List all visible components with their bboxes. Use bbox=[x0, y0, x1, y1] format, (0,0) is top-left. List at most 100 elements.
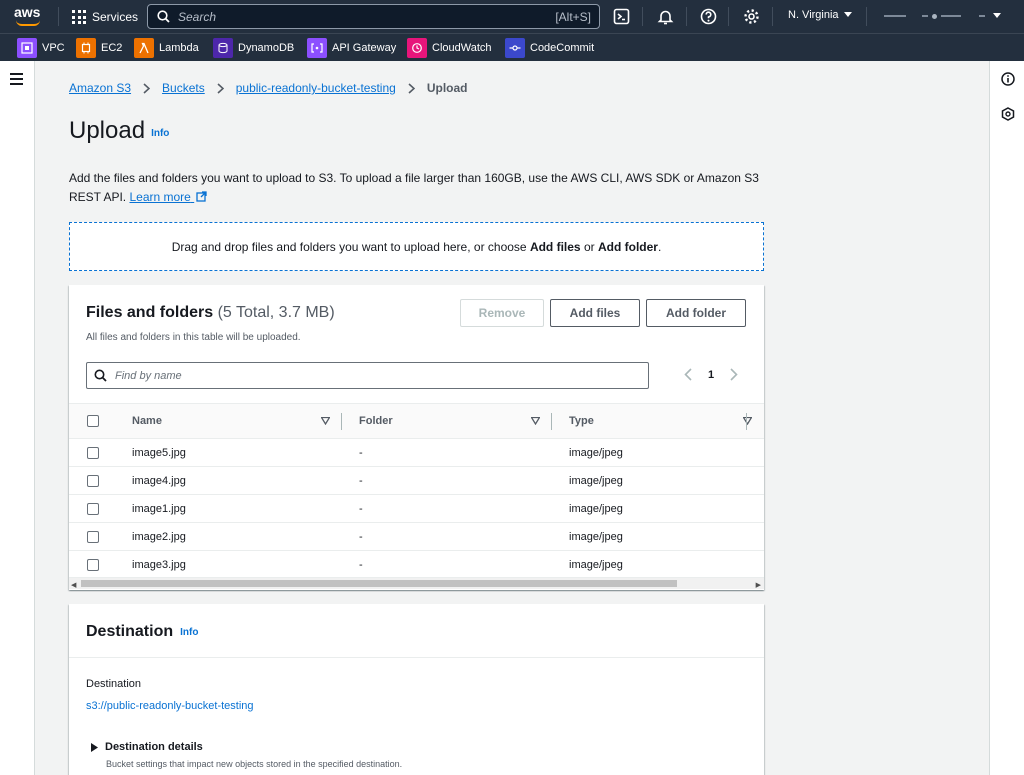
table-row[interactable]: image2.jpg - image/jpeg bbox=[69, 522, 764, 551]
breadcrumb-bucket-name[interactable]: public-readonly-bucket-testing bbox=[236, 81, 396, 95]
column-label: Type bbox=[569, 415, 594, 427]
destination-title-wrap: Destination Info bbox=[86, 623, 198, 641]
row-checkbox[interactable] bbox=[87, 474, 99, 487]
file-type: image/jpeg bbox=[552, 522, 764, 551]
column-header-name[interactable]: Name bbox=[132, 403, 342, 439]
files-and-folders-panel: Files and folders (5 Total, 3.7 MB) All … bbox=[69, 285, 764, 590]
breadcrumb: Amazon S3 Buckets public-readonly-bucket… bbox=[69, 81, 468, 95]
favorite-ec2[interactable]: EC2 bbox=[76, 37, 122, 59]
help-icon[interactable] bbox=[700, 8, 717, 25]
account-menu[interactable] bbox=[884, 11, 1001, 21]
destination-details-toggle[interactable]: Destination details bbox=[91, 741, 203, 753]
row-checkbox[interactable] bbox=[87, 558, 99, 571]
breadcrumb-amazon-s3[interactable]: Amazon S3 bbox=[69, 81, 131, 95]
destination-details-label: Destination details bbox=[105, 741, 203, 753]
lambda-icon bbox=[134, 38, 154, 58]
files-table: Name Folder Type image5.jpg - image/jpeg… bbox=[69, 403, 764, 579]
right-rail bbox=[989, 61, 1024, 775]
table-row[interactable]: image4.jpg - image/jpeg bbox=[69, 466, 764, 495]
pagination: 1 bbox=[684, 368, 738, 381]
chevron-right-icon[interactable] bbox=[730, 368, 738, 381]
file-name: image3.jpg bbox=[132, 550, 342, 579]
add-folder-button[interactable]: Add folder bbox=[646, 299, 746, 327]
info-circle-icon[interactable] bbox=[1001, 72, 1015, 86]
search-icon bbox=[157, 10, 170, 23]
chevron-right-icon bbox=[143, 82, 151, 94]
file-folder: - bbox=[342, 550, 552, 579]
page-title: Upload bbox=[69, 117, 146, 144]
external-link-icon bbox=[196, 191, 207, 202]
services-menu-button[interactable]: Services bbox=[72, 7, 138, 27]
favorite-label: CloudWatch bbox=[432, 42, 492, 54]
table-row[interactable]: image1.jpg - image/jpeg bbox=[69, 494, 764, 523]
add-files-button[interactable]: Add files bbox=[550, 299, 640, 327]
file-type: image/jpeg bbox=[552, 438, 764, 467]
favorite-vpc[interactable]: VPC bbox=[17, 37, 65, 59]
favorite-label: EC2 bbox=[101, 42, 123, 54]
page-title-wrap: Upload Info bbox=[69, 117, 169, 145]
caret-right-icon bbox=[91, 742, 98, 752]
file-name: image1.jpg bbox=[132, 494, 342, 523]
caret-down-icon bbox=[993, 13, 1001, 18]
file-name: image5.jpg bbox=[132, 438, 342, 467]
scroll-right-arrow-icon[interactable]: ▶ bbox=[756, 581, 761, 589]
table-row[interactable]: image3.jpg - image/jpeg bbox=[69, 550, 764, 579]
favorite-codecommit[interactable]: CodeCommit bbox=[505, 37, 594, 59]
favorite-lambda[interactable]: Lambda bbox=[134, 37, 199, 59]
vpc-icon bbox=[17, 38, 37, 58]
breadcrumb-current: Upload bbox=[426, 81, 468, 95]
cloudshell-icon[interactable] bbox=[613, 8, 630, 25]
dropzone-text: Drag and drop files and folders you want… bbox=[171, 239, 530, 254]
top-navigation: aws Services Search [Alt+S] N. Virginia bbox=[0, 0, 1024, 33]
row-checkbox[interactable] bbox=[87, 446, 99, 459]
search-placeholder: Search bbox=[178, 10, 217, 24]
destination-uri-link[interactable]: s3://public-readonly-bucket-testing bbox=[86, 700, 254, 712]
aws-logo[interactable]: aws bbox=[14, 5, 44, 27]
scrollbar-thumb[interactable] bbox=[81, 580, 677, 587]
destination-info-link[interactable]: Info bbox=[180, 627, 198, 638]
caret-down-icon bbox=[843, 12, 852, 17]
file-folder: - bbox=[342, 438, 552, 467]
region-label: N. Virginia bbox=[788, 9, 839, 21]
favorite-label: VPC bbox=[42, 42, 65, 54]
codecommit-icon bbox=[505, 38, 525, 58]
file-name: image2.jpg bbox=[132, 522, 342, 551]
left-rail bbox=[0, 61, 35, 775]
find-by-name-input[interactable]: Find by name bbox=[86, 362, 649, 389]
favorite-cloudwatch[interactable]: CloudWatch bbox=[407, 37, 492, 59]
hamburger-menu-icon[interactable] bbox=[10, 73, 23, 88]
info-link[interactable]: Info bbox=[151, 128, 169, 139]
gear-icon[interactable] bbox=[743, 8, 760, 25]
search-icon bbox=[94, 369, 107, 382]
files-panel-subtitle: All files and folders in this table will… bbox=[86, 332, 301, 343]
page-number[interactable]: 1 bbox=[708, 369, 714, 381]
sort-down-icon bbox=[743, 417, 752, 425]
hexagon-icon[interactable] bbox=[1001, 107, 1015, 121]
destination-header: Destination Info bbox=[69, 604, 764, 658]
bell-icon[interactable] bbox=[657, 8, 674, 25]
chevron-left-icon[interactable] bbox=[684, 368, 692, 381]
select-all-cell bbox=[69, 403, 132, 439]
learn-more-link[interactable]: Learn more bbox=[129, 190, 207, 204]
column-label: Name bbox=[132, 415, 162, 427]
upload-dropzone[interactable]: Drag and drop files and folders you want… bbox=[69, 222, 764, 271]
column-header-type[interactable]: Type bbox=[552, 403, 764, 439]
breadcrumb-buckets[interactable]: Buckets bbox=[162, 81, 205, 95]
files-panel-title: Files and folders (5 Total, 3.7 MB) bbox=[86, 304, 335, 322]
global-search-input[interactable]: Search [Alt+S] bbox=[147, 4, 600, 29]
select-all-checkbox[interactable] bbox=[87, 415, 99, 428]
table-row[interactable]: image5.jpg - image/jpeg bbox=[69, 438, 764, 467]
grid-icon bbox=[72, 10, 86, 24]
favorite-label: DynamoDB bbox=[238, 42, 295, 54]
remove-button[interactable]: Remove bbox=[460, 299, 544, 327]
favorite-api-gateway[interactable]: API Gateway bbox=[307, 37, 396, 59]
row-checkbox[interactable] bbox=[87, 502, 99, 515]
find-by-name-placeholder: Find by name bbox=[115, 370, 182, 382]
horizontal-scrollbar[interactable]: ◀ ▶ bbox=[69, 577, 764, 589]
favorite-dynamodb[interactable]: DynamoDB bbox=[213, 37, 294, 59]
scroll-left-arrow-icon[interactable]: ◀ bbox=[71, 581, 76, 589]
row-checkbox[interactable] bbox=[87, 530, 99, 543]
column-header-folder[interactable]: Folder bbox=[342, 403, 552, 439]
region-selector[interactable]: N. Virginia bbox=[788, 9, 852, 21]
api-gateway-icon bbox=[307, 38, 327, 58]
